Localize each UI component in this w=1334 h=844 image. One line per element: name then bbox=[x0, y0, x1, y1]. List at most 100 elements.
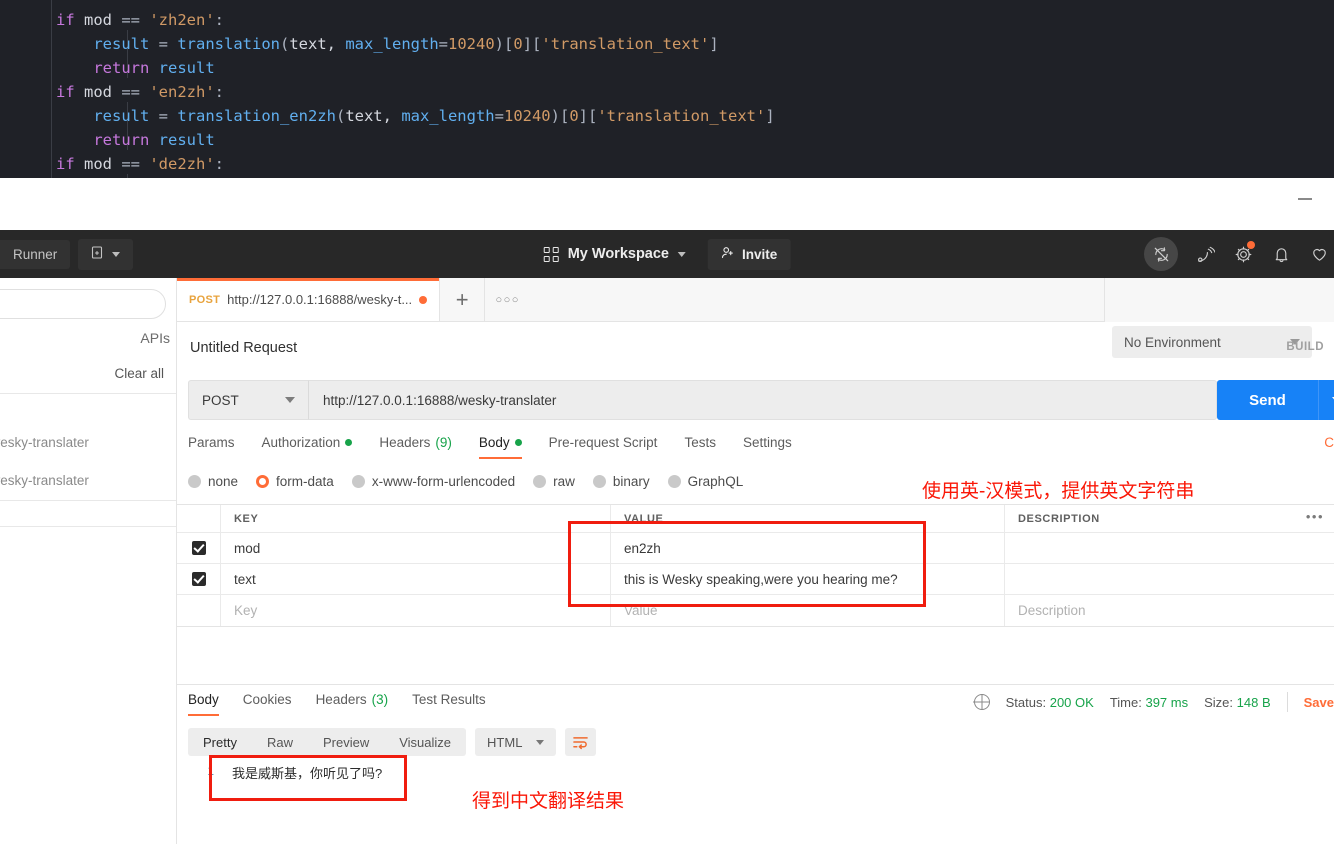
body-type-label: binary bbox=[612, 474, 650, 489]
row-checkbox[interactable] bbox=[191, 541, 206, 555]
radio-icon bbox=[256, 475, 270, 488]
url-bar: POST http://127.0.0.1:16888/wesky-transl… bbox=[188, 380, 1217, 420]
response-body[interactable]: 1 我是威斯基，你听见了吗? bbox=[188, 762, 788, 782]
response-tab-test-results[interactable]: Test Results bbox=[412, 692, 486, 716]
sidebar-tab-apis[interactable]: APIs bbox=[140, 330, 170, 346]
request-tab-title: http://127.0.0.1:16888/wesky-t... bbox=[227, 292, 413, 307]
size-label: Size: bbox=[1204, 694, 1234, 710]
table-row[interactable]: text this is Wesky speaking,were you hear… bbox=[177, 564, 1334, 595]
body-type-label: none bbox=[208, 474, 239, 489]
request-subtab-tests[interactable]: Tests bbox=[684, 435, 716, 459]
gear-icon[interactable] bbox=[1232, 241, 1255, 265]
cell-key[interactable]: text bbox=[221, 564, 611, 594]
request-subtab-label: Pre-request Script bbox=[548, 435, 658, 450]
minimize-icon[interactable] bbox=[1298, 193, 1312, 205]
response-format-tabs: Pretty Raw Preview Visualize bbox=[188, 728, 467, 756]
heart-icon[interactable] bbox=[1308, 243, 1330, 265]
code-line: return result bbox=[56, 131, 215, 149]
request-subtab-settings[interactable]: Settings bbox=[743, 435, 792, 459]
satellite-icon[interactable] bbox=[1194, 243, 1216, 265]
save-response-link[interactable]: Save bbox=[1304, 695, 1334, 710]
body-type-form-data[interactable]: form-data bbox=[256, 474, 334, 489]
body-type-label: raw bbox=[553, 474, 575, 489]
send-button[interactable]: Send bbox=[1217, 380, 1318, 420]
new-tab-button[interactable]: + bbox=[440, 278, 486, 321]
response-format-raw[interactable]: Raw bbox=[252, 735, 308, 750]
history-item[interactable]: 1:16888/wesky-translater bbox=[0, 435, 176, 450]
bulk-edit-icon[interactable]: ••• bbox=[1306, 509, 1324, 524]
request-subtab-authorization[interactable]: Authorization bbox=[262, 435, 353, 459]
workspace-selector[interactable]: My Workspace bbox=[543, 246, 687, 262]
runner-button[interactable]: Runner bbox=[0, 239, 71, 269]
window-gap bbox=[0, 178, 1334, 230]
body-type-none[interactable]: none bbox=[188, 474, 238, 489]
response-tab-body[interactable]: Body bbox=[188, 692, 219, 716]
row-checkbox[interactable] bbox=[191, 572, 206, 586]
send-options-button[interactable] bbox=[1318, 380, 1334, 420]
grid-icon bbox=[543, 246, 559, 262]
tab-options-icon[interactable]: ○○○ bbox=[485, 278, 530, 321]
table-header-checkbox-cell bbox=[177, 505, 221, 532]
clear-all-button[interactable]: Clear all bbox=[114, 366, 164, 381]
search-input[interactable] bbox=[0, 289, 166, 319]
response-tab-label: Cookies bbox=[242, 692, 292, 707]
body-type-x-www-form-urlencoded[interactable]: x-www-form-urlencoded bbox=[351, 474, 515, 489]
response-divider bbox=[177, 684, 1334, 685]
environment-select[interactable]: No Environment bbox=[1112, 326, 1312, 358]
body-type-binary[interactable]: binary bbox=[592, 474, 650, 489]
sync-off-icon[interactable] bbox=[1144, 237, 1178, 271]
request-subtab-params[interactable]: Params bbox=[188, 435, 235, 459]
new-window-button[interactable] bbox=[78, 238, 134, 270]
request-subtab-headers[interactable]: Headers (9) bbox=[379, 435, 452, 459]
cell-description[interactable] bbox=[1005, 564, 1334, 594]
response-format-visualize[interactable]: Visualize bbox=[384, 735, 466, 750]
new-window-icon bbox=[91, 245, 105, 263]
response-tab-headers[interactable]: Headers (3) bbox=[316, 692, 389, 716]
topbar-right-group bbox=[1144, 237, 1334, 271]
url-input[interactable]: http://127.0.0.1:16888/wesky-translater bbox=[308, 380, 1217, 420]
response-format-pretty[interactable]: Pretty bbox=[188, 735, 252, 750]
response-language-select[interactable]: HTML bbox=[475, 728, 557, 756]
response-tab-label: Test Results bbox=[412, 692, 486, 707]
table-row[interactable]: mod en2zh bbox=[177, 533, 1334, 564]
sidebar: ections APIs Clear all 1:16888/wesky-tra… bbox=[0, 278, 177, 844]
cell-value[interactable]: this is Wesky speaking,were you hearing … bbox=[611, 564, 1005, 594]
notification-badge bbox=[1247, 241, 1255, 249]
request-subtab-label: Authorization bbox=[261, 435, 341, 450]
code-line: result = translation_en2zh(text, max_len… bbox=[56, 107, 775, 125]
body-type-raw[interactable]: raw bbox=[533, 474, 575, 489]
cell-value[interactable]: en2zh bbox=[611, 533, 1005, 563]
request-subtab-body[interactable]: Body bbox=[478, 435, 522, 459]
code-editor[interactable]: if mod == 'zh2en': result = translation(… bbox=[0, 0, 1334, 178]
cell-key[interactable]: mod bbox=[221, 533, 611, 563]
cell-key[interactable]: Key bbox=[221, 595, 611, 626]
request-tab-method: POST bbox=[189, 293, 221, 306]
code-line: return result bbox=[56, 59, 215, 77]
chevron-down-icon bbox=[112, 251, 121, 257]
cookies-link[interactable]: C bbox=[1324, 435, 1334, 450]
request-tab[interactable]: POST http://127.0.0.1:16888/wesky-t... bbox=[177, 278, 441, 321]
response-tab-cookies[interactable]: Cookies bbox=[243, 692, 292, 716]
sidebar-tabs: ections APIs bbox=[0, 330, 170, 346]
response-tabs: Body Cookies Headers (3) Test Results bbox=[188, 692, 486, 716]
invite-button[interactable]: Invite bbox=[708, 238, 791, 270]
status-label: Status: bbox=[1005, 694, 1047, 710]
cell-description[interactable]: Description bbox=[1005, 595, 1334, 626]
radio-icon bbox=[533, 475, 547, 488]
bell-icon[interactable] bbox=[1270, 243, 1292, 265]
cell-value[interactable]: Value bbox=[611, 595, 1005, 626]
row-checkbox-cell bbox=[177, 564, 221, 594]
history-item[interactable]: 1:16888/wesky-translater bbox=[0, 473, 176, 488]
cell-description[interactable] bbox=[1005, 533, 1334, 563]
app-body: ections APIs Clear all 1:16888/wesky-tra… bbox=[0, 278, 1334, 844]
table-row[interactable]: Key Value Description bbox=[177, 595, 1334, 626]
response-format-preview[interactable]: Preview bbox=[308, 735, 384, 750]
word-wrap-icon[interactable] bbox=[565, 728, 597, 756]
request-subtab-pre-request-script[interactable]: Pre-request Script bbox=[549, 435, 658, 459]
request-subtab-count: (9) bbox=[435, 435, 452, 450]
workspace-label: My Workspace bbox=[567, 246, 670, 262]
globe-icon bbox=[973, 694, 990, 710]
body-type-graphql[interactable]: GraphQL bbox=[667, 474, 743, 489]
method-select[interactable]: POST bbox=[188, 380, 308, 420]
request-pane: POST http://127.0.0.1:16888/wesky-t... +… bbox=[177, 278, 1334, 844]
